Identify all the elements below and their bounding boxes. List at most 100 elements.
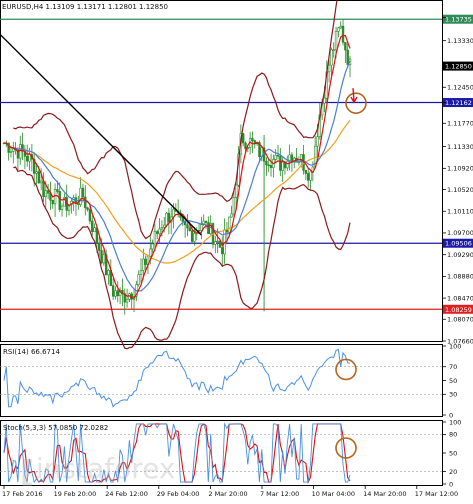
candle-body bbox=[116, 290, 119, 297]
svg-text:instaforex: instaforex bbox=[36, 452, 175, 485]
svg-text:[: [ bbox=[20, 455, 34, 490]
candle-body bbox=[341, 25, 345, 43]
price-tick-label: 1.08880 bbox=[447, 273, 473, 281]
price-tick-label: 1.11770 bbox=[447, 120, 473, 128]
price-tick-label: 1.12450 bbox=[447, 84, 473, 92]
candle-body bbox=[244, 142, 247, 149]
stoch-tick-label: 100 bbox=[449, 418, 461, 426]
chart-window: 1.13735 1.12162 1.09506 1.08259 1.13330 1.128… bbox=[0, 0, 473, 500]
candle-body bbox=[153, 231, 157, 245]
price-tick-label: 1.13330 bbox=[447, 37, 473, 45]
time-tick-label: 17 Feb 2016 bbox=[2, 490, 42, 498]
price-tick-label: 1.11330 bbox=[447, 143, 473, 151]
candle-body bbox=[100, 250, 103, 264]
candle-body bbox=[251, 138, 254, 141]
candle-body bbox=[142, 258, 145, 271]
price-tick-label: 1.10110 bbox=[447, 208, 473, 216]
stoch-tick-label: 80 bbox=[449, 431, 457, 439]
price-tick-label: 1.08070 bbox=[447, 316, 473, 324]
candle-body bbox=[339, 25, 342, 29]
candle-body bbox=[111, 285, 115, 297]
candle-body bbox=[200, 224, 203, 231]
time-tick-label: 19 Feb 20:00 bbox=[54, 490, 97, 498]
rsi-pane-frame bbox=[0, 344, 443, 417]
level-label: 1.13735 bbox=[445, 16, 472, 24]
candle-body bbox=[304, 170, 308, 174]
candle-body bbox=[279, 155, 282, 171]
candle-body bbox=[334, 31, 338, 51]
chart-canvas: 1.13735 1.12162 1.09506 1.08259 1.13330 1.128… bbox=[0, 0, 473, 498]
candle-body bbox=[190, 230, 194, 242]
candle-body bbox=[186, 224, 189, 229]
candle-body bbox=[207, 222, 210, 235]
candle-body bbox=[46, 190, 50, 194]
candle-body bbox=[44, 190, 47, 198]
candle-body bbox=[316, 136, 319, 147]
candle-body bbox=[81, 187, 85, 198]
candle-body bbox=[56, 189, 59, 192]
time-tick-label: 10 Mar 04:00 bbox=[312, 490, 355, 498]
candle-body bbox=[42, 180, 45, 198]
candle-body bbox=[241, 133, 245, 144]
candle-body bbox=[265, 160, 268, 166]
time-tick-label: 2 Mar 20:00 bbox=[208, 490, 247, 498]
candle-body bbox=[332, 49, 335, 51]
candle-body bbox=[9, 151, 13, 153]
rsi-tick-label: 70 bbox=[449, 363, 457, 371]
candle-body bbox=[107, 270, 110, 276]
symbol-info: EURUSD,H4 1.13109 1.13171 1.12801 1.1285… bbox=[2, 3, 168, 11]
level-label: 1.09506 bbox=[445, 240, 472, 248]
candle-body bbox=[330, 49, 333, 66]
candle-body bbox=[151, 243, 154, 250]
candle-body bbox=[235, 184, 238, 198]
price-tick-label: 1.08470 bbox=[447, 294, 473, 302]
candle-body bbox=[193, 233, 196, 242]
stoch-title: Stoch(5,3,3) 57.0850 72.0282 bbox=[3, 424, 108, 432]
level-label: 1.08259 bbox=[445, 306, 472, 314]
candle-body bbox=[323, 97, 326, 104]
time-tick-label: 7 Mar 12:00 bbox=[260, 490, 299, 498]
candle-body bbox=[149, 248, 152, 257]
candle-body bbox=[216, 240, 219, 243]
candle-body bbox=[269, 165, 273, 169]
price-tick-label: 1.09290 bbox=[447, 251, 473, 259]
candle-body bbox=[167, 212, 171, 223]
candle-body bbox=[60, 205, 64, 210]
time-tick-label: 24 Feb 12:00 bbox=[105, 490, 148, 498]
level-label: 1.12162 bbox=[445, 99, 472, 107]
candle-body bbox=[214, 241, 217, 245]
candle-body bbox=[144, 258, 147, 265]
candle-body bbox=[35, 171, 38, 174]
time-tick-label: 29 Feb 04:00 bbox=[157, 490, 200, 498]
candle-body bbox=[204, 220, 208, 223]
candle-body bbox=[344, 42, 347, 51]
candle-body bbox=[86, 207, 89, 210]
candle-body bbox=[26, 156, 29, 162]
candle-body bbox=[230, 213, 233, 218]
candle-body bbox=[158, 228, 161, 235]
rsi-tick-label: 50 bbox=[449, 377, 457, 385]
candle-body bbox=[39, 180, 43, 184]
candle-body bbox=[28, 154, 31, 162]
candle-body bbox=[114, 290, 117, 297]
candle-body bbox=[281, 161, 284, 171]
stoch-tick-label: 20 bbox=[449, 468, 457, 476]
candle-body bbox=[232, 197, 236, 215]
candle-body bbox=[37, 171, 41, 184]
candle-body bbox=[12, 148, 15, 152]
candle-body bbox=[93, 227, 96, 233]
candle-body bbox=[307, 173, 310, 181]
candle-body bbox=[228, 216, 231, 233]
candle-body bbox=[346, 49, 349, 65]
time-tick-label: 14 Mar 20:00 bbox=[363, 490, 406, 498]
candle-body bbox=[221, 247, 224, 255]
candle-body bbox=[77, 203, 80, 205]
candle-body bbox=[137, 274, 140, 285]
candle-body bbox=[125, 298, 129, 303]
price-tick-label: 1.10920 bbox=[447, 165, 473, 173]
candle-body bbox=[139, 269, 143, 275]
candle-body bbox=[88, 209, 92, 222]
candle-body bbox=[51, 199, 54, 205]
rsi-title: RSI(14) 66.6714 bbox=[3, 348, 60, 356]
candle-body bbox=[84, 196, 87, 209]
